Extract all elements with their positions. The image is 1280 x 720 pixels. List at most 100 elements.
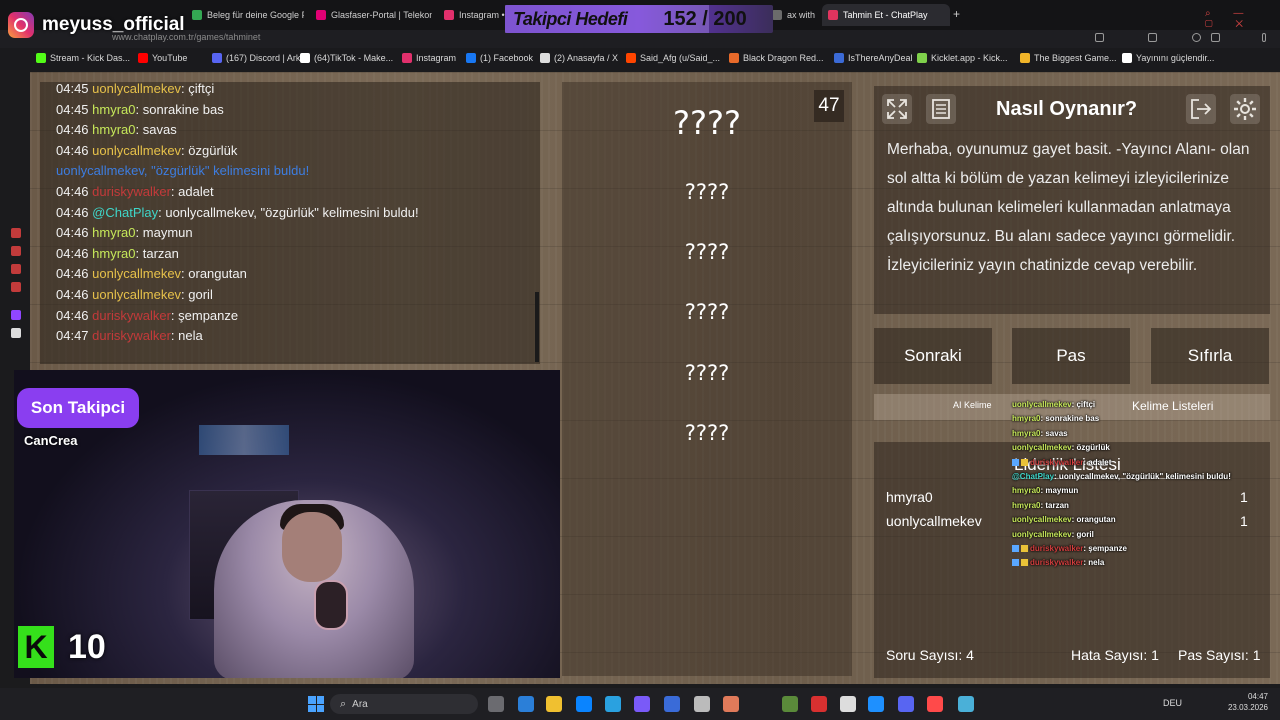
overlay-chat-user: duriskywalker: [1030, 544, 1084, 553]
discord-icon[interactable]: [898, 696, 914, 712]
follow-goal-label: Takipci Hedefi: [513, 8, 628, 29]
chat-message: 04:46 duriskywalker: adalet: [56, 184, 214, 199]
bookmark-favicon: [626, 53, 636, 63]
bookmark-item[interactable]: YouTube: [138, 53, 187, 63]
bookmark-item[interactable]: Kicklet.app - Kick...: [917, 53, 1008, 63]
minecraft-icon[interactable]: [782, 696, 798, 712]
chat-username[interactable]: uonlycallmekev: [92, 143, 181, 158]
app-icon[interactable]: [958, 696, 974, 712]
teams-icon[interactable]: [634, 696, 650, 712]
chat-username[interactable]: hmyra0: [92, 246, 135, 261]
bookmark-item[interactable]: (2) Anasayfa / X: [540, 53, 618, 63]
app-icon[interactable]: [723, 696, 739, 712]
task-view-icon[interactable]: [488, 696, 504, 712]
bookmark-favicon: [300, 53, 310, 63]
chat-text: : sonrakine bas: [135, 101, 224, 117]
chat-username[interactable]: uonlycallmekev: [92, 287, 181, 302]
bookmark-item[interactable]: Yayınını güçlendir...: [1122, 53, 1214, 63]
bookmark-favicon: [1122, 53, 1132, 63]
kick-icon[interactable]: [11, 228, 21, 238]
browser-tab[interactable]: Glasfaser-Portal | Telekom: [310, 4, 432, 26]
taskbar-search[interactable]: ⌕ Ara: [330, 694, 478, 714]
widgets-icon[interactable]: [518, 696, 534, 712]
microphone-icon: [314, 580, 348, 630]
browser-tab[interactable]: Instagram •: [438, 4, 506, 26]
fullscreen-button[interactable]: [882, 94, 912, 124]
play-icon[interactable]: [1148, 33, 1157, 42]
kick-count: 10: [68, 628, 106, 666]
gear-icon: [1234, 98, 1256, 120]
cam-shelf: [199, 425, 289, 455]
overlay-chat-line: hmyra0: maymun: [1012, 486, 1078, 495]
document-button[interactable]: [926, 94, 956, 124]
menu-icon[interactable]: [1262, 33, 1266, 42]
app-icon[interactable]: [840, 696, 856, 712]
overlay-chat-user: duriskywalker: [1030, 558, 1084, 568]
mail-icon[interactable]: [11, 282, 21, 292]
profile-icon[interactable]: [1192, 33, 1201, 42]
instagram-side-icon[interactable]: [11, 264, 21, 274]
x-icon[interactable]: [11, 328, 21, 338]
chat-username[interactable]: duriskywalker: [92, 328, 171, 343]
chat-message: 04:46 hmyra0: tarzan: [56, 246, 179, 261]
youtube-icon[interactable]: [11, 246, 21, 256]
chat-username[interactable]: duriskywalker: [92, 308, 171, 323]
browser-tab[interactable]: Tahmin Et - ChatPlay: [822, 4, 950, 26]
download-icon[interactable]: [1211, 33, 1220, 42]
windows-start-icon[interactable]: [308, 696, 324, 712]
opera-icon[interactable]: [927, 696, 943, 712]
bookmark-item[interactable]: IsThereAnyDeal: [834, 53, 913, 63]
bookmark-item[interactable]: (64)TikTok - Make...: [300, 53, 393, 63]
bookmark-item[interactable]: Black Dragon Red...: [729, 53, 824, 63]
chat-username[interactable]: duriskywalker: [92, 184, 171, 199]
tab-label: Glasfaser-Portal | Telekom: [331, 10, 432, 20]
chat-username[interactable]: hmyra0: [92, 122, 135, 137]
bookmark-item[interactable]: (167) Discord | Ark...: [212, 53, 308, 63]
chat-username[interactable]: @ChatPlay: [92, 205, 158, 220]
settings-icon[interactable]: [694, 696, 710, 712]
overlay-chat-user: uonlycallmekev: [1012, 529, 1072, 539]
bookmark-item[interactable]: (1) Facebook: [466, 53, 533, 63]
next-button[interactable]: Sonraki: [874, 328, 992, 384]
exit-button[interactable]: [1186, 94, 1216, 124]
explorer-icon[interactable]: [546, 696, 562, 712]
steam-icon[interactable]: [868, 696, 884, 712]
bookmark-item[interactable]: Said_Afg (u/Said_...: [626, 53, 720, 63]
chat-time: 04:46: [56, 266, 89, 282]
system-clock[interactable]: 04:47 23.03.2026: [1226, 691, 1268, 713]
pass-button[interactable]: Pas: [1012, 328, 1130, 384]
chat-message: 04:46 uonlycallmekev: orangutan: [56, 266, 247, 281]
chat-username[interactable]: uonlycallmekev, "özgürlük" kelimesini bu…: [56, 163, 309, 178]
keyboard-language[interactable]: DEU: [1163, 698, 1182, 708]
browser-tab[interactable]: Beleg für deine Google Pl: [186, 4, 304, 26]
app-icon[interactable]: [811, 696, 827, 712]
chat-text: : özgürlük: [181, 142, 238, 158]
bookmark-item[interactable]: Instagram: [402, 53, 456, 63]
chat-scrollbar[interactable]: [535, 292, 539, 362]
extension-icon[interactable]: [1095, 33, 1104, 42]
app-icon[interactable]: [664, 696, 680, 712]
chat-message: 04:47 duriskywalker: nela: [56, 328, 203, 343]
browser-tab[interactable]: ax with G: [766, 4, 816, 26]
chat-username[interactable]: hmyra0: [92, 225, 135, 240]
overlay-chat-text: : uonlycallmekev, "özgürlük" kelimesini …: [1054, 472, 1231, 481]
chat-username[interactable]: uonlycallmekev: [92, 82, 181, 96]
hidden-word: ????: [684, 421, 730, 445]
chat-text: : şempanze: [170, 307, 239, 323]
settings-button[interactable]: [1230, 94, 1260, 124]
bookmark-item[interactable]: Stream - Kick Das...: [36, 53, 130, 63]
badge-icon: [1021, 545, 1028, 552]
store-icon[interactable]: [605, 696, 621, 712]
chat-username[interactable]: uonlycallmekev: [92, 266, 181, 281]
overlay-chat-line: hmyra0: sonrakine bas: [1012, 414, 1099, 423]
chat-username[interactable]: hmyra0: [92, 102, 135, 117]
channel-name: meyuss_official: [42, 14, 185, 35]
bookmark-item[interactable]: The Biggest Game...: [1020, 53, 1117, 63]
window-controls[interactable]: ⌕ — ▢ ✕: [1205, 8, 1280, 30]
twitch-icon[interactable]: [11, 310, 21, 320]
reset-button[interactable]: Sıfırla: [1151, 328, 1269, 384]
bookmark-label: Said_Afg (u/Said_...: [640, 53, 721, 63]
tab-ai-word[interactable]: AI Kelime: [953, 400, 992, 410]
new-tab-button[interactable]: +: [953, 7, 960, 21]
edge-icon[interactable]: [576, 696, 592, 712]
